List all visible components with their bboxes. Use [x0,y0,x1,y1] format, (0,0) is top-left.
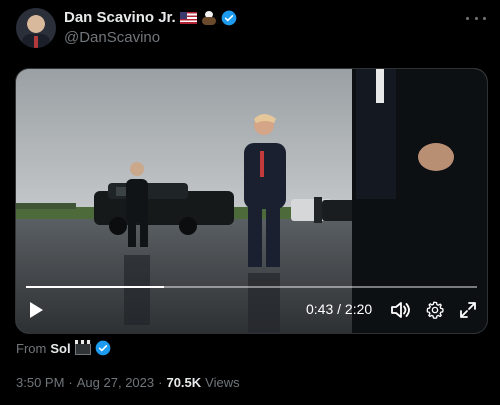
avatar-tie [34,36,38,48]
tweet: Dan Scavino Jr. @DanScavino 0:43 / 2:20 … [0,0,500,405]
clapper-board-icon [74,339,91,355]
verified-badge-icon[interactable] [95,340,111,356]
more-options-icon[interactable] [466,10,486,26]
us-flag-icon [179,11,197,24]
tweet-time[interactable]: 3:50 PM [16,375,64,390]
expand-icon [460,302,476,318]
settings-button[interactable] [424,299,446,321]
tweet-header: Dan Scavino Jr. @DanScavino [16,8,488,48]
more-dot [466,16,469,20]
author-display-name[interactable]: Dan Scavino Jr. [64,9,176,26]
video-time-separator: / [337,301,342,317]
fullscreen-button[interactable] [457,299,479,321]
video-controls: 0:43 / 2:20 [16,289,487,333]
play-icon [30,302,43,318]
views-count[interactable]: 70.5K [166,375,201,390]
verified-badge-icon[interactable] [221,10,237,26]
video-source-name[interactable]: Sol [50,341,70,356]
more-dot [474,16,478,20]
author-handle[interactable]: @DanScavino [64,29,160,46]
tweet-meta: 3:50 PM · Aug 27, 2023 · 70.5K Views [16,375,240,390]
eagle-icon [201,10,217,25]
video-player[interactable]: 0:43 / 2:20 [15,68,488,334]
video-source: From Sol [16,339,111,356]
video-current-time: 0:43 [306,301,334,317]
views-label: Views [205,375,240,390]
video-progress-bar[interactable] [26,286,477,288]
volume-icon [391,302,410,318]
tweet-date[interactable]: Aug 27, 2023 [77,375,154,390]
play-button[interactable] [26,299,46,321]
video-source-prefix: From [16,340,47,356]
video-duration: 2:20 [344,301,373,317]
video-progress-fill [26,286,165,288]
more-dot [483,16,486,20]
avatar[interactable] [16,8,56,48]
meta-separator: · [68,375,73,390]
meta-separator: · [158,375,163,390]
video-time: 0:43 / 2:20 [306,301,372,317]
author-name-line: Dan Scavino Jr. [64,9,237,26]
gear-icon [426,301,444,319]
volume-button[interactable] [390,299,412,321]
